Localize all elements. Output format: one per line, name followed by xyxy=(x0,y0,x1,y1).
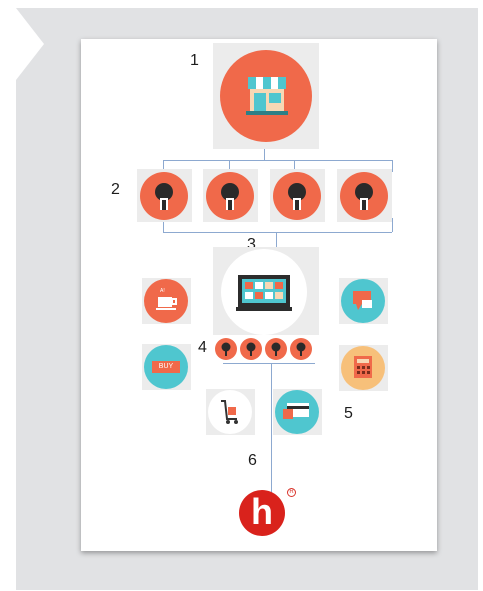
user-profile-icon xyxy=(355,183,373,210)
hand-cart-icon xyxy=(221,400,238,424)
computer-screen-icon xyxy=(236,275,292,311)
coffee-cup-icon xyxy=(156,297,177,310)
connector-drop-4 xyxy=(392,160,393,172)
user-profile-icon xyxy=(288,183,306,210)
user-profile-icon xyxy=(296,342,306,356)
connector-top-stem xyxy=(264,147,265,161)
store-icon xyxy=(244,73,290,117)
registered-mark: R xyxy=(287,488,296,497)
h-logo-icon: h xyxy=(251,491,273,532)
connector-bottom-bar xyxy=(163,232,392,233)
diagram-card: 1 2 3 4 5 6 A! BUY h R xyxy=(81,39,437,551)
user-profile-icon xyxy=(221,342,231,356)
user-profile-icon xyxy=(221,183,239,210)
calculator-icon xyxy=(354,356,372,378)
step-number-5: 5 xyxy=(344,405,353,422)
connector-mid-stem xyxy=(276,232,277,248)
buy-label: BUY xyxy=(158,363,174,370)
step-number-1: 1 xyxy=(190,52,199,69)
user-profile-icon xyxy=(246,342,256,356)
connector-rise-4 xyxy=(392,218,393,232)
step-number-6: 6 xyxy=(248,452,257,469)
connector-down-stem xyxy=(271,363,272,497)
chat-bubble-icon xyxy=(353,291,372,310)
credit-card-icon xyxy=(283,403,309,419)
coffee-label: A! xyxy=(160,288,165,294)
panel-tab-arrow xyxy=(16,8,44,80)
user-profile-icon xyxy=(271,342,281,356)
connector-small-bar xyxy=(223,363,315,364)
connector-top-bar xyxy=(163,160,392,161)
step-number-2: 2 xyxy=(111,181,120,198)
user-profile-icon xyxy=(155,183,173,210)
step-number-4: 4 xyxy=(198,339,207,356)
